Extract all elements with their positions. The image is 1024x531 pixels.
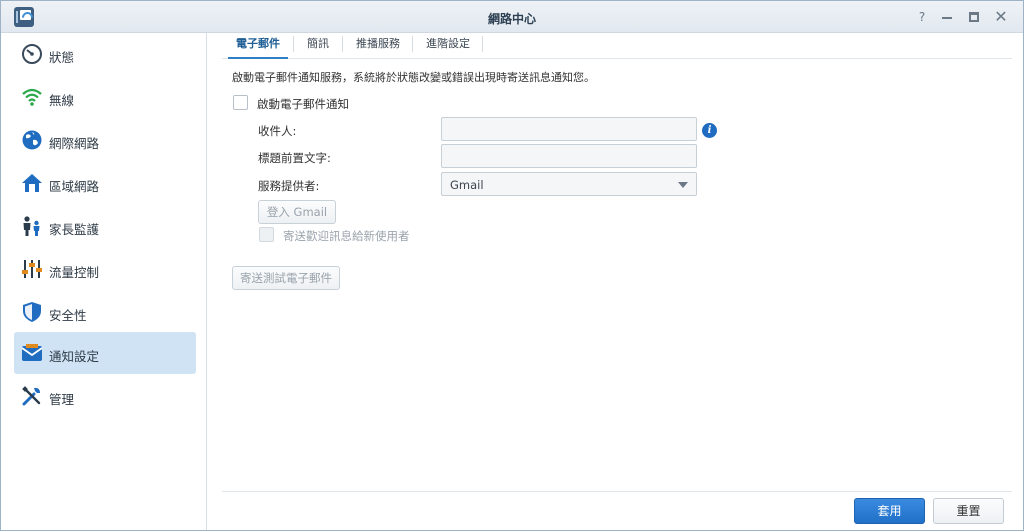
- info-icon[interactable]: i: [702, 123, 717, 138]
- wifi-icon: [22, 88, 42, 106]
- email-description: 啟動電子郵件通知服務，系統將於狀態改變或錯誤出現時寄送訊息通知您。: [232, 71, 595, 84]
- minimize-icon: [942, 17, 952, 19]
- tab-bar: 電子郵件 簡訊 推播服務 進階設定: [222, 33, 1012, 59]
- sidebar-item-local-network[interactable]: 區域網路: [14, 162, 196, 204]
- send-test-email-button[interactable]: 寄送測試電子郵件: [232, 266, 340, 290]
- sidebar-item-label: 通知設定: [49, 349, 100, 364]
- enable-email-checkbox[interactable]: [233, 95, 248, 110]
- globe-icon: [22, 130, 42, 150]
- reset-button[interactable]: 重置: [933, 498, 1004, 524]
- apply-button[interactable]: 套用: [854, 498, 925, 524]
- help-button[interactable]: ?: [913, 8, 931, 26]
- network-center-window: 網路中心 ? ✕ 狀態 無線 網際網路 區域網路 家長監護 流量控制 安全性 通…: [0, 0, 1024, 531]
- tab-push-service[interactable]: 推播服務: [348, 33, 408, 59]
- main-content: 電子郵件 簡訊 推播服務 進階設定 啟動電子郵件通知服務，系統將於狀態改變或錯誤…: [208, 33, 1023, 530]
- subject-prefix-input[interactable]: [441, 144, 697, 168]
- tools-icon: [22, 386, 41, 406]
- sidebar-item-notification[interactable]: 通知設定: [14, 332, 196, 374]
- welcome-message-label: 寄送歡迎訊息給新使用者: [283, 229, 410, 243]
- sidebar-item-label: 流量控制: [49, 265, 100, 280]
- provider-selected-value: Gmail: [450, 178, 484, 192]
- provider-label: 服務提供者:: [258, 179, 320, 193]
- tab-email[interactable]: 電子郵件: [228, 33, 288, 59]
- sidebar-item-traffic-control[interactable]: 流量控制: [14, 248, 196, 290]
- sidebar-item-internet[interactable]: 網際網路: [14, 119, 196, 161]
- tab-sms[interactable]: 簡訊: [298, 33, 338, 59]
- welcome-message-checkbox[interactable]: [259, 227, 274, 242]
- tab-advanced[interactable]: 進階設定: [418, 33, 478, 59]
- sidebar-item-management[interactable]: 管理: [14, 375, 196, 417]
- sidebar-item-security[interactable]: 安全性: [14, 291, 196, 333]
- login-gmail-button[interactable]: 登入 Gmail: [258, 200, 336, 224]
- maximize-button[interactable]: [965, 8, 983, 26]
- close-icon: ✕: [994, 7, 1008, 26]
- sidebar-item-label: 管理: [49, 392, 75, 407]
- gauge-icon: [22, 44, 42, 64]
- sidebar-item-label: 網際網路: [49, 136, 100, 151]
- sidebar-item-parental-control[interactable]: 家長監護: [14, 205, 196, 247]
- sidebar: 狀態 無線 網際網路 區域網路 家長監護 流量控制 安全性 通知設定 管理: [1, 33, 207, 530]
- window-title: 網路中心: [487, 12, 536, 26]
- minimize-button[interactable]: [938, 8, 956, 26]
- maximize-icon: [969, 12, 979, 22]
- sidebar-item-status[interactable]: 狀態: [14, 33, 196, 75]
- sidebar-item-label: 安全性: [49, 308, 87, 323]
- notification-mail-icon: [21, 344, 43, 361]
- chevron-down-icon: [678, 182, 688, 188]
- home-network-icon: [22, 174, 42, 192]
- footer-divider: [222, 491, 1012, 492]
- shield-icon: [23, 302, 41, 322]
- sliders-icon: [22, 260, 42, 278]
- title-bar[interactable]: 網路中心 ? ✕: [1, 1, 1023, 33]
- close-button[interactable]: ✕: [992, 8, 1010, 26]
- help-icon: ?: [918, 10, 926, 24]
- sidebar-item-label: 狀態: [49, 50, 75, 65]
- sidebar-item-label: 家長監護: [49, 222, 100, 237]
- sidebar-item-label: 區域網路: [49, 179, 100, 194]
- provider-select[interactable]: Gmail: [441, 172, 697, 196]
- sidebar-item-label: 無線: [49, 93, 75, 108]
- recipient-label: 收件人:: [258, 124, 297, 138]
- parent-child-icon: [23, 216, 40, 236]
- recipient-input[interactable]: [441, 117, 697, 141]
- enable-email-label: 啟動電子郵件通知: [257, 97, 349, 111]
- subject-prefix-label: 標題前置文字:: [258, 151, 331, 165]
- sidebar-item-wireless[interactable]: 無線: [14, 76, 196, 118]
